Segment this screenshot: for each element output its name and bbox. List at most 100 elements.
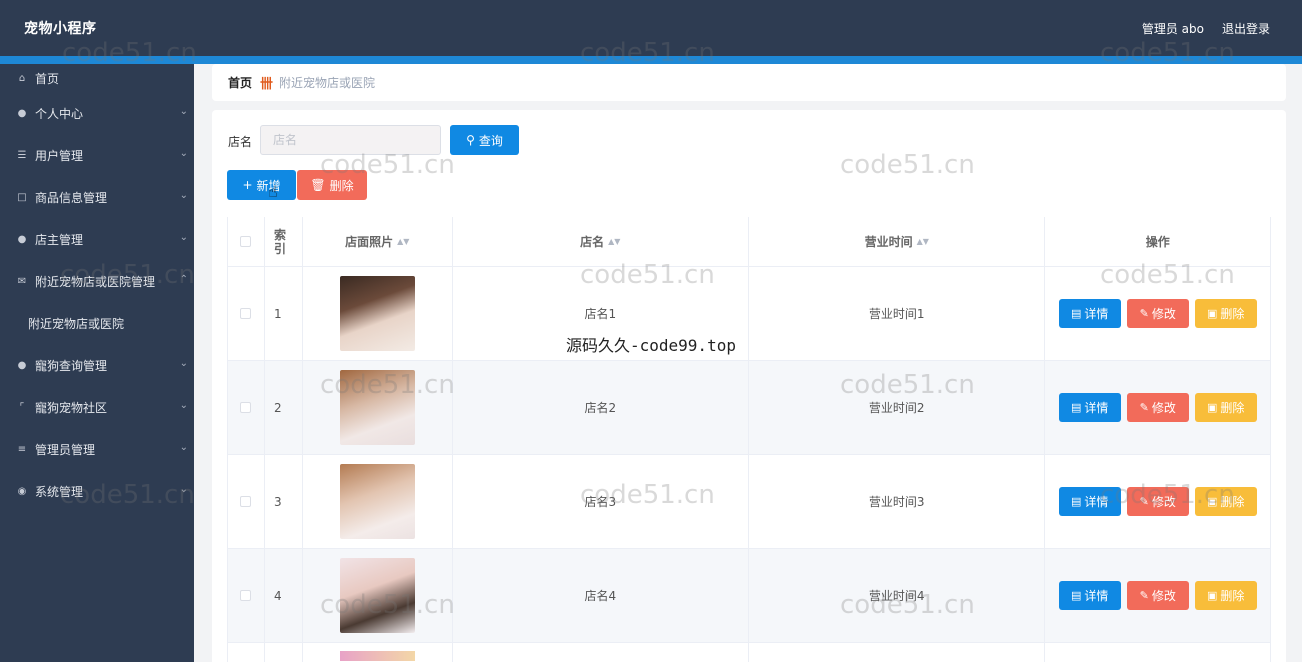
detail-label: 详情 — [1084, 589, 1109, 603]
user-icon: ● — [17, 233, 27, 245]
sidebar-item[interactable]: ● 店主管理 ⌄ — [0, 218, 194, 260]
row-hours-label: 营业时间3 — [868, 495, 925, 509]
sidebar-item[interactable]: ≡ 管理员管理 ⌄ — [0, 428, 194, 470]
row-name-label: 店名1 — [584, 307, 617, 321]
header-check-cell — [228, 217, 265, 266]
row-checkbox[interactable] — [240, 402, 252, 413]
chevron-down-icon: ⌄ — [179, 190, 188, 201]
message-icon: □ — [17, 191, 27, 203]
detail-label: 详情 — [1084, 495, 1109, 509]
delete-button[interactable]: ▣ 删除 — [1194, 299, 1257, 328]
row-check-cell — [228, 267, 265, 360]
row-ops: ▤ 详情 ✎ 修改 ▣ 删除 — [1045, 455, 1270, 548]
breadcrumb-separator-icon: 卌 — [260, 77, 274, 92]
header-hours[interactable]: 营业时间 ▲▼ — [749, 217, 1046, 266]
document-icon: ▤ — [1071, 401, 1082, 414]
row-check-cell — [228, 549, 265, 642]
table-row — [227, 643, 1271, 662]
select-all-checkbox[interactable] — [240, 236, 252, 247]
store-photo — [339, 464, 415, 539]
edit-icon: ✎ — [1139, 307, 1149, 320]
delete-button[interactable]: ▣ 删除 — [1194, 487, 1257, 516]
delete-button[interactable]: ▣ 删除 — [1194, 581, 1257, 610]
row-index-cell — [265, 643, 303, 662]
trash-icon: ▣ — [1207, 589, 1218, 602]
sort-icon[interactable]: ▲▼ — [608, 237, 620, 246]
sidebar-item[interactable]: ● 个人中心 ⌄ — [0, 92, 194, 134]
row-checkbox[interactable] — [240, 308, 252, 319]
sidebar-item[interactable]: ◉ 系统管理 ⌄ — [0, 470, 194, 512]
edit-label: 修改 — [1151, 589, 1176, 603]
row-index: 4 — [265, 549, 303, 642]
edit-button[interactable]: ✎ 修改 — [1126, 487, 1189, 516]
breadcrumb-home[interactable]: 首页 — [228, 74, 252, 91]
document-icon: ▤ — [1071, 495, 1082, 508]
sidebar-item-label: 附近宠物店或医院 — [28, 316, 125, 331]
row-ops: ▤ 详情 ✎ 修改 ▣ 删除 — [1045, 267, 1270, 360]
sidebar-item[interactable]: ⌂ 首页 — [0, 64, 194, 92]
edit-icon: ✎ — [1139, 495, 1149, 508]
sort-icon[interactable]: ▲▼ — [917, 237, 929, 246]
row-checkbox[interactable] — [240, 590, 252, 601]
plus-icon: + — [242, 178, 253, 192]
chevron-down-icon: ⌄ — [179, 358, 188, 369]
header-index-label: 索 引 — [273, 227, 286, 256]
trash-icon: ▣ — [1207, 307, 1218, 320]
sidebar-item-label: 首页 — [35, 71, 60, 86]
row-hours-cell — [749, 643, 1046, 662]
sliders-icon: ≡ — [17, 443, 27, 455]
sort-icon[interactable]: ▲▼ — [397, 237, 409, 246]
sidebar-item-label: 管理员管理 — [35, 442, 96, 457]
app-title: 宠物小程序 — [24, 21, 97, 37]
detail-button[interactable]: ▤ 详情 — [1058, 299, 1121, 328]
row-name-label: 店名2 — [584, 401, 617, 415]
logout-link[interactable]: 退出登录 — [1222, 20, 1270, 37]
content-panel: 店名 ⚲ 查询 + 新增 🗑 删除 索 引 店面照片▲▼ 店名▲▼ 营业时间▲▼… — [212, 110, 1286, 662]
sidebar-item-label: 附近宠物店或医院管理 — [35, 274, 156, 289]
sidebar-item-label: 店主管理 — [35, 232, 84, 247]
list-icon: ☰ — [17, 149, 27, 161]
sidebar-item[interactable]: ⌜ 寵狗宠物社区 ⌄ — [0, 386, 194, 428]
header-hours-label: 营业时间 — [864, 235, 913, 249]
row-image-cell — [303, 361, 453, 454]
store-photo — [339, 651, 415, 661]
table-row: 2 店名2 营业时间2 ▤ 详情 ✎ 修改 ▣ 删除 — [228, 361, 1270, 455]
delete-label: 删除 — [1220, 401, 1245, 415]
user-icon: ● — [17, 359, 27, 371]
detail-button[interactable]: ▤ 详情 — [1058, 487, 1121, 516]
header-image[interactable]: 店面照片 ▲▼ — [303, 217, 453, 266]
store-photo — [339, 370, 415, 445]
sidebar-item[interactable]: 附近宠物店或医院 — [0, 302, 194, 344]
row-image-cell — [303, 267, 453, 360]
sidebar-item[interactable]: ☰ 用户管理 ⌄ — [0, 134, 194, 176]
edit-button[interactable]: ✎ 修改 — [1126, 581, 1189, 610]
row-ops-cell — [1045, 643, 1270, 662]
batch-delete-button[interactable]: 🗑 删除 — [297, 170, 367, 200]
add-button[interactable]: + 新增 — [227, 170, 296, 200]
row-hours-label: 营业时间4 — [868, 589, 925, 603]
header-image-label: 店面照片 — [345, 235, 394, 249]
edit-button[interactable]: ✎ 修改 — [1126, 393, 1189, 422]
edit-label: 修改 — [1151, 307, 1176, 321]
search-input[interactable] — [260, 125, 441, 155]
edit-button[interactable]: ✎ 修改 — [1126, 299, 1189, 328]
query-button[interactable]: ⚲ 查询 — [450, 125, 519, 155]
sidebar-item[interactable]: ✉ 附近宠物店或医院管理 ⌃ — [0, 260, 194, 302]
row-index-label: 4 — [273, 588, 282, 603]
detail-button[interactable]: ▤ 详情 — [1058, 581, 1121, 610]
header-name[interactable]: 店名 ▲▼ — [453, 217, 750, 266]
row-index-label: 3 — [273, 494, 282, 509]
sidebar-item[interactable]: ● 寵狗查询管理 ⌄ — [0, 344, 194, 386]
chevron-up-icon: ⌃ — [179, 274, 188, 285]
delete-button[interactable]: ▣ 删除 — [1194, 393, 1257, 422]
header-name-label: 店名 — [580, 235, 605, 249]
detail-button[interactable]: ▤ 详情 — [1058, 393, 1121, 422]
header-ops-label: 操作 — [1145, 235, 1170, 249]
store-table: 索 引 店面照片 ▲▼ 店名 ▲▼ 营业时间 ▲▼ 操作 1 店名1 营业时间1 ▤ 详情 ✎ 修… — [227, 217, 1271, 643]
sidebar-item[interactable]: □ 商品信息管理 ⌄ — [0, 176, 194, 218]
row-checkbox[interactable] — [240, 496, 252, 507]
sidebar-item-label: 系统管理 — [35, 484, 84, 499]
row-ops: ▤ 详情 ✎ 修改 ▣ 删除 — [1045, 549, 1270, 642]
chevron-down-icon: ⌄ — [179, 106, 188, 117]
table-row: 4 店名4 营业时间4 ▤ 详情 ✎ 修改 ▣ 删除 — [228, 549, 1270, 643]
